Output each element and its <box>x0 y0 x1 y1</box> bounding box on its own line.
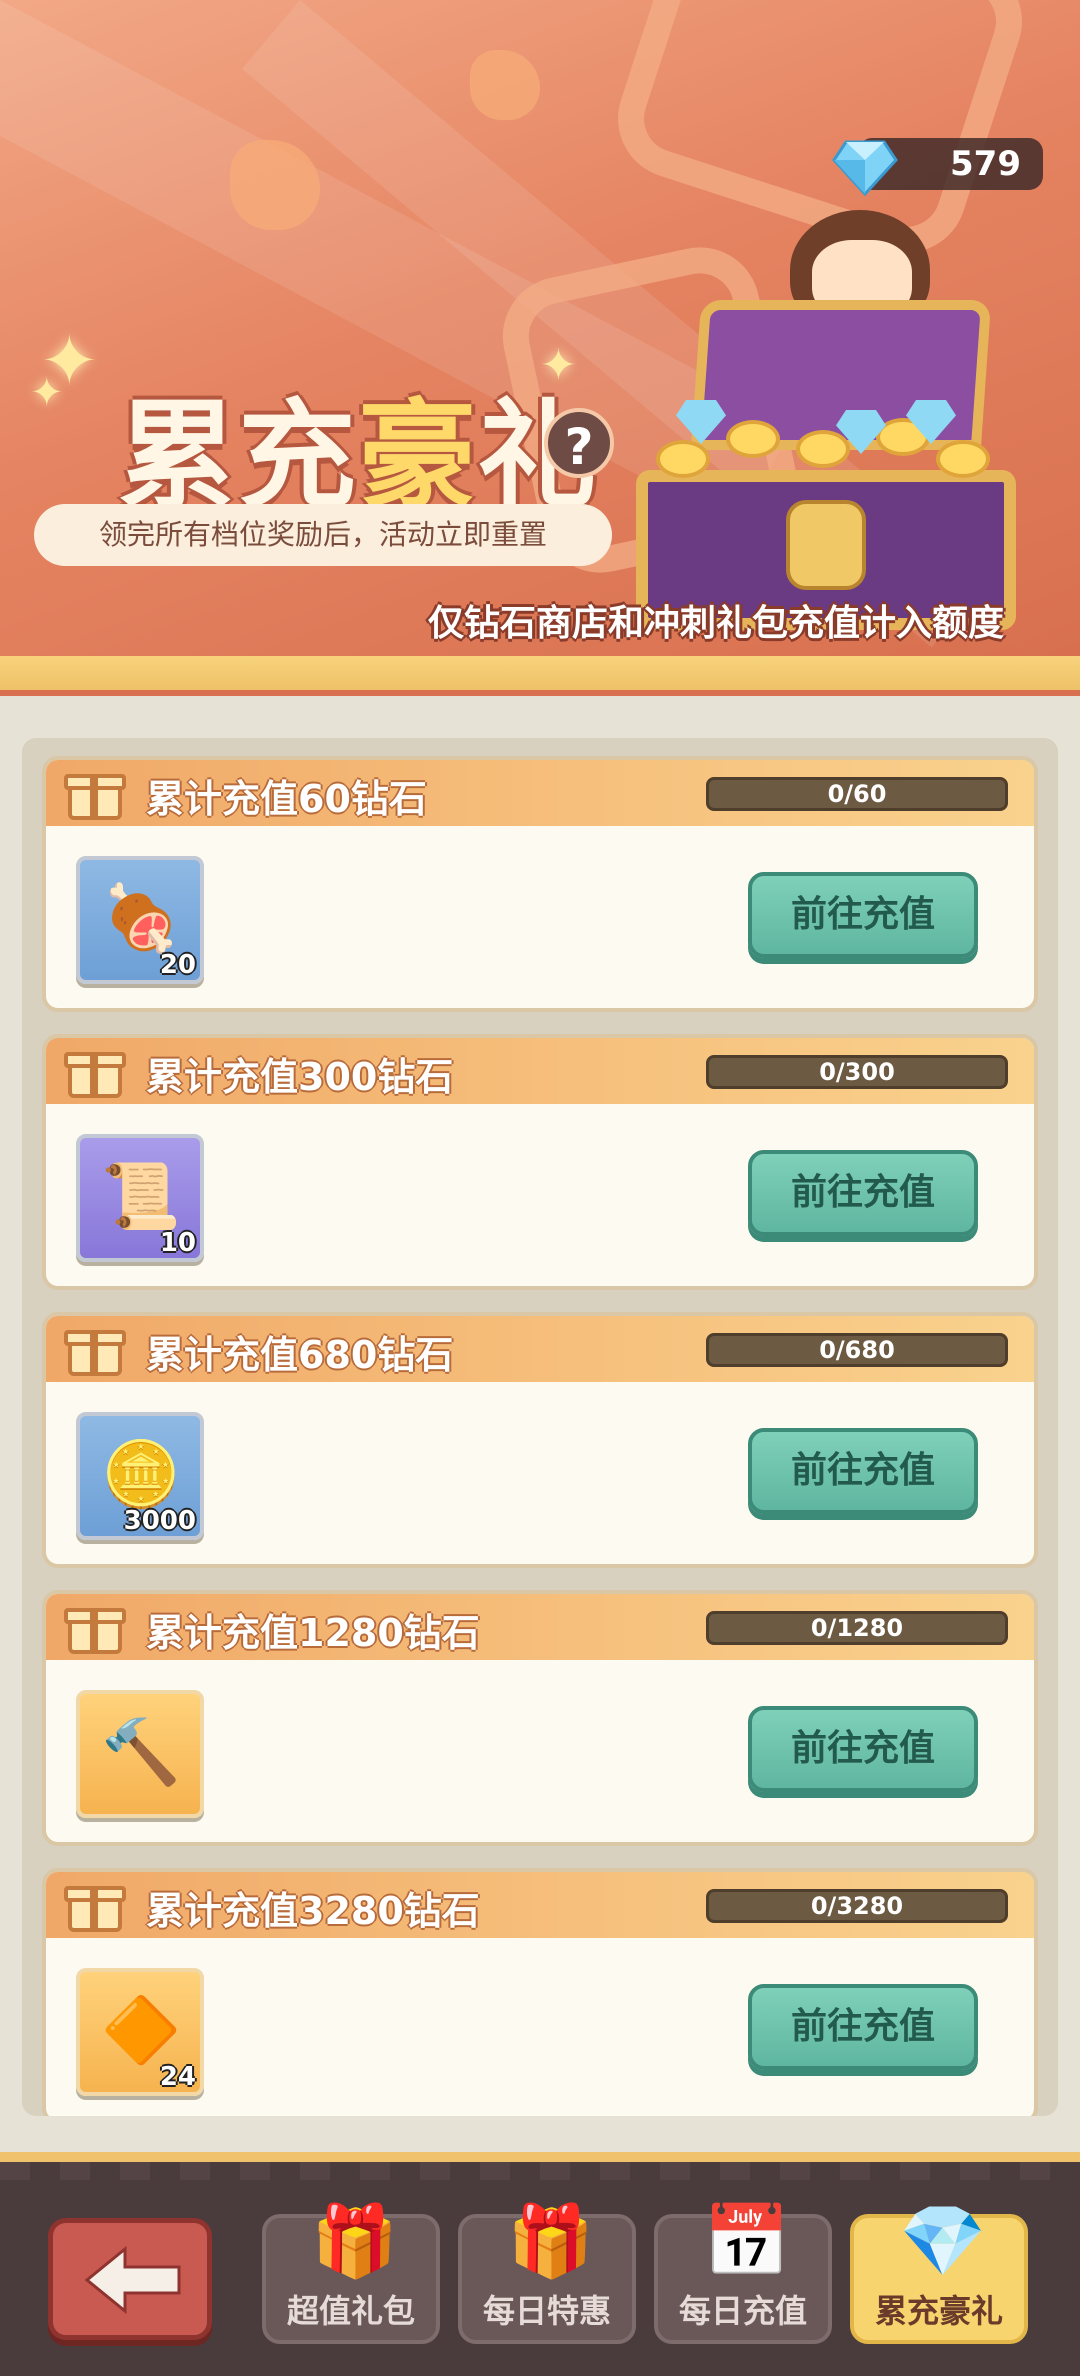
progress-text: 0/3280 <box>810 1892 904 1920</box>
tier-header: 累计充值300钻石 0/300 <box>46 1038 1034 1104</box>
gift-icon <box>62 1042 126 1100</box>
gift-clock-icon: 🎁 <box>507 2200 595 2282</box>
nav-tab-label: 超值礼包 <box>286 2292 415 2330</box>
go-recharge-button[interactable]: 前往充值 <box>748 1984 978 2070</box>
cloud-decoration <box>230 140 320 230</box>
reward-tier-list[interactable]: 累计充值60钻石 0/60 🍖 20 前往充值 累计充值300钻石 0/300 … <box>22 738 1058 2116</box>
gift-icon <box>62 764 126 822</box>
cloud-decoration <box>470 50 540 120</box>
nav-tab-label: 累充豪礼 <box>874 2292 1003 2330</box>
tier-title: 累计充值60钻石 <box>146 777 427 821</box>
progress-text: 0/300 <box>819 1058 895 1086</box>
gift-box-icon: 🎁 <box>311 2200 399 2282</box>
lock-icon <box>786 500 866 590</box>
reward-item-slot[interactable]: 🔶 24 <box>76 1968 204 2096</box>
magic-hammer-icon: 🔨 <box>101 1716 181 1790</box>
gift-icon <box>62 1876 126 1934</box>
bottom-nav: 🎁 超值礼包 🎁 每日特惠 📅 每日充值 💎 累充豪礼 <box>0 2152 1080 2376</box>
nav-pattern <box>0 2162 1080 2180</box>
arrow-left-icon <box>84 2245 181 2315</box>
integral-ticket-icon: 📜 <box>101 1160 181 1234</box>
progress-bar: 0/1280 <box>706 1611 1008 1645</box>
tier-header: 累计充值3280钻石 0/3280 <box>46 1872 1034 1938</box>
reward-tier-card: 累计充值3280钻石 0/3280 🔶 24 前往充值 <box>42 1868 1038 2116</box>
nav-tab[interactable]: 📅 每日充值 <box>654 2200 832 2344</box>
reward-tier-card: 累计充值1280钻石 0/1280 🔨 前往充值 <box>42 1590 1038 1846</box>
reward-item-slot[interactable]: 📜 10 <box>76 1134 204 1262</box>
progress-text: 0/680 <box>819 1336 895 1364</box>
coin-icon <box>936 440 990 478</box>
item-count: 3000 <box>123 1506 196 1536</box>
go-recharge-button[interactable]: 前往充值 <box>748 872 978 958</box>
treasure-chest-illustration <box>636 300 1036 630</box>
reset-rule-text: 领完所有档位奖励后，活动立即重置 <box>34 504 612 566</box>
diamond-icon <box>832 140 898 197</box>
coin-icon <box>726 420 780 458</box>
reward-tier-card: 累计充值680钻石 0/680 🪙 3000 前往充值 <box>42 1312 1038 1568</box>
go-recharge-button[interactable]: 前往充值 <box>748 1150 978 1236</box>
item-count: 24 <box>159 2062 196 2092</box>
progress-bar: 0/60 <box>706 777 1008 811</box>
reward-tier-card: 累计充值300钻石 0/300 📜 10 前往充值 <box>42 1034 1038 1290</box>
tier-title: 累计充值1280钻石 <box>146 1611 480 1655</box>
orange-crystal-icon: 🔶 <box>101 1994 181 2068</box>
tier-header: 累计充值680钻石 0/680 <box>46 1316 1034 1382</box>
tier-title: 累计充值680钻石 <box>146 1333 454 1377</box>
reward-item-slot[interactable]: 🔨 <box>76 1690 204 1818</box>
meat-icon: 🍖 <box>101 882 181 956</box>
progress-text: 0/1280 <box>810 1614 904 1642</box>
tier-title: 累计充值3280钻石 <box>146 1889 480 1933</box>
tier-header: 累计充值1280钻石 0/1280 <box>46 1594 1034 1660</box>
nav-tab-label: 每日充值 <box>678 2292 807 2330</box>
nav-tab-label: 每日特惠 <box>482 2292 611 2330</box>
calendar-coins-icon: 📅 <box>703 2200 791 2282</box>
nav-tab[interactable]: 🎁 超值礼包 <box>262 2200 440 2344</box>
progress-text: 0/60 <box>827 780 887 808</box>
banner-divider <box>0 656 1080 696</box>
coin-icon <box>656 440 710 478</box>
eligibility-note: 仅钻石商店和冲刺礼包充值计入额度 <box>428 603 1005 644</box>
back-button[interactable] <box>48 2218 212 2340</box>
go-recharge-button[interactable]: 前往充值 <box>748 1428 978 1514</box>
reward-tier-card: 累计充值60钻石 0/60 🍖 20 前往充值 <box>42 756 1038 1012</box>
progress-bar: 0/680 <box>706 1333 1008 1367</box>
go-recharge-button[interactable]: 前往充值 <box>748 1706 978 1792</box>
coin-icon <box>796 430 850 468</box>
gem-bag-icon: 💎 <box>899 2200 987 2282</box>
item-count: 20 <box>159 950 196 980</box>
nav-tab[interactable]: 🎁 每日特惠 <box>458 2200 636 2344</box>
progress-bar: 0/300 <box>706 1055 1008 1089</box>
progress-bar: 0/3280 <box>706 1889 1008 1923</box>
gift-icon <box>62 1320 126 1378</box>
gold-coin-icon: 🪙 <box>101 1438 181 1512</box>
tier-title: 累计充值300钻石 <box>146 1055 454 1099</box>
reward-item-slot[interactable]: 🍖 20 <box>76 856 204 984</box>
help-button[interactable]: ? <box>544 408 614 478</box>
gift-icon <box>62 1598 126 1656</box>
sparkle-icon: ✦ <box>30 370 64 416</box>
diamond-count: 579 <box>950 144 1021 184</box>
tier-header: 累计充值60钻石 0/60 <box>46 760 1034 826</box>
nav-tab[interactable]: 💎 累充豪礼 <box>850 2200 1028 2344</box>
reward-item-slot[interactable]: 🪙 3000 <box>76 1412 204 1540</box>
item-count: 10 <box>159 1228 196 1258</box>
event-banner: ✦ ✦ ✦ 579 累充豪礼 ? 领完所有档位奖励后，活动立即重置 仅钻石商店和… <box>0 0 1080 660</box>
